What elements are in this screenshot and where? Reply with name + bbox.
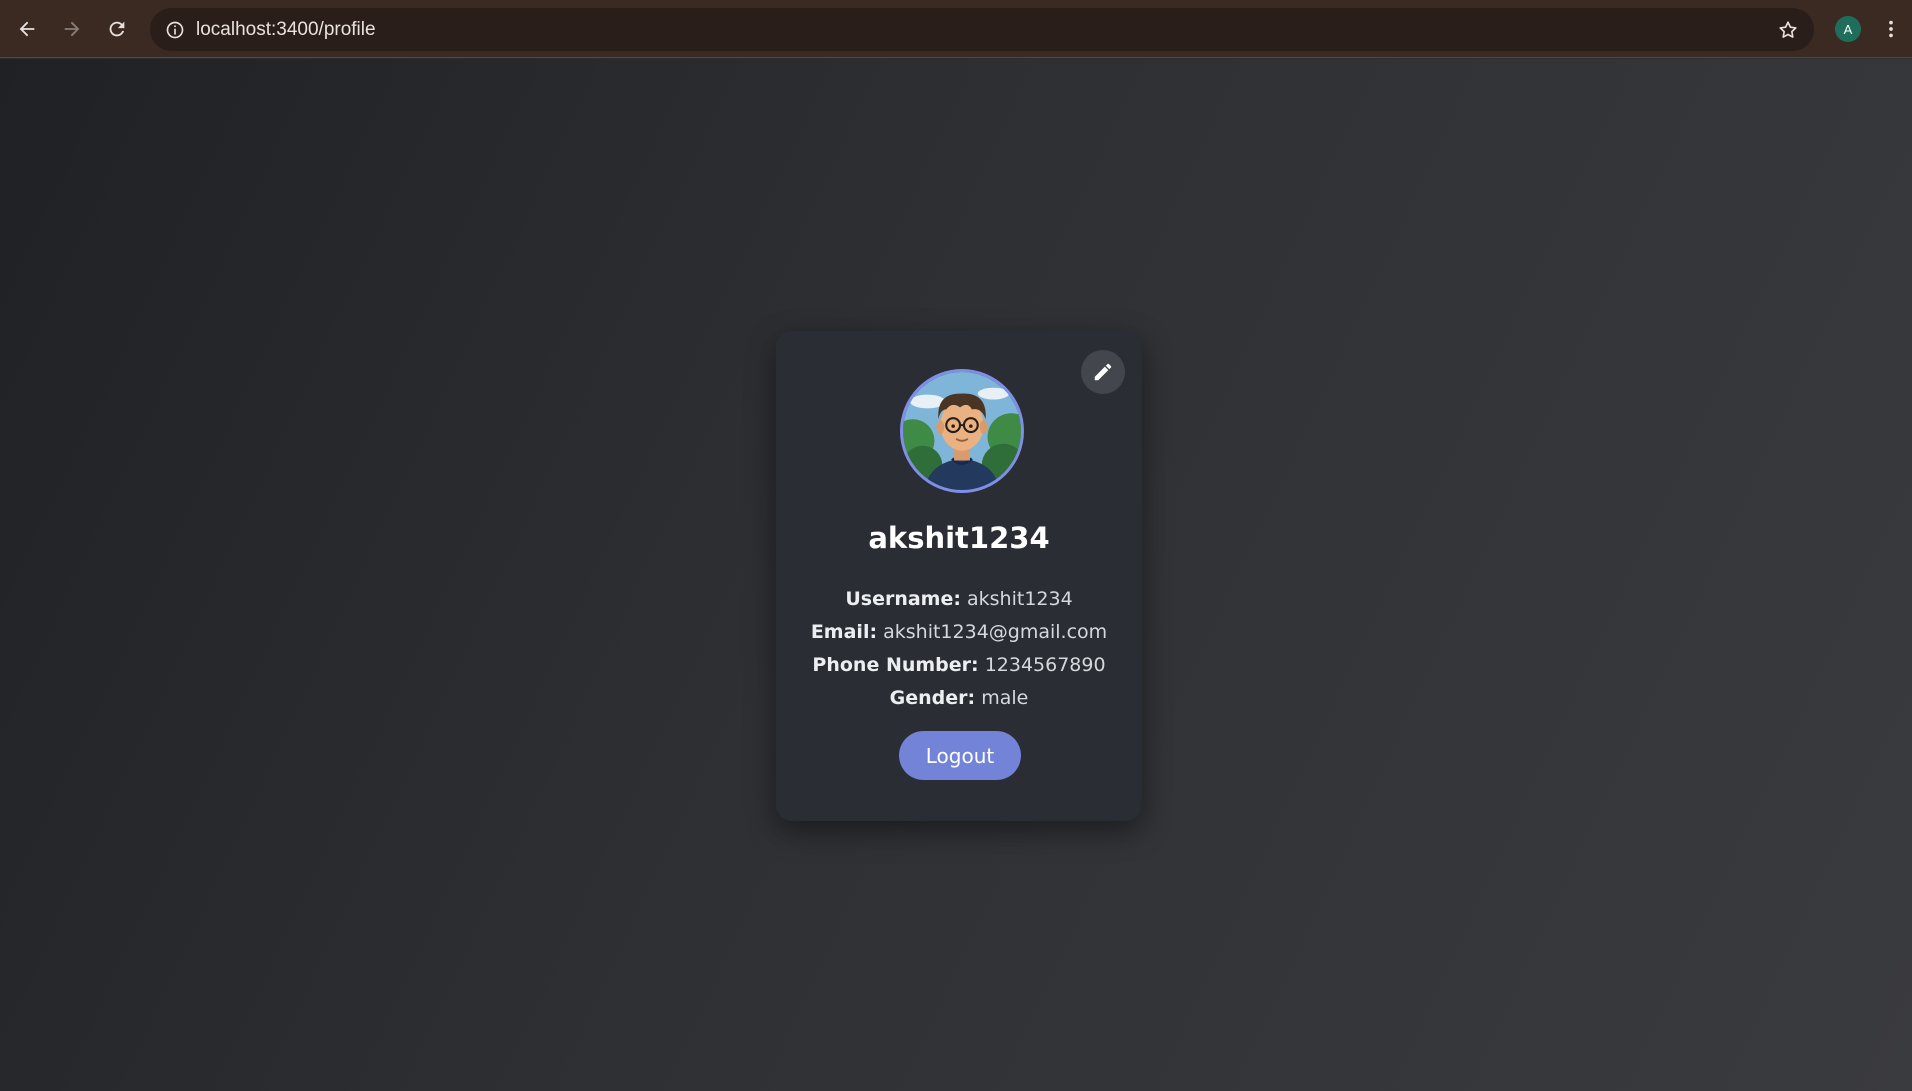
url-text[interactable]: localhost:3400/profile xyxy=(196,8,376,51)
email-value: akshit1234@gmail.com xyxy=(883,621,1108,643)
back-button[interactable] xyxy=(9,11,45,47)
more-menu-icon xyxy=(1889,20,1893,38)
bookmark-button[interactable] xyxy=(1772,14,1804,46)
browser-toolbar: localhost:3400/profile A xyxy=(0,0,1912,58)
gender-row: Gender: male xyxy=(776,687,1142,709)
logout-button[interactable]: Logout xyxy=(899,731,1021,780)
reload-icon xyxy=(109,21,125,37)
pencil-icon xyxy=(1094,363,1112,381)
phone-value: 1234567890 xyxy=(984,654,1106,676)
profile-display-name: akshit1234 xyxy=(868,521,1050,555)
back-arrow-icon xyxy=(19,21,35,37)
bookmark-star-icon xyxy=(1779,21,1797,38)
avatar-illustration xyxy=(903,372,1021,490)
username-row: Username: akshit1234 xyxy=(776,588,1142,610)
site-info-button[interactable] xyxy=(160,15,190,45)
gender-label: Gender: xyxy=(889,687,976,709)
browser-profile-avatar[interactable]: A xyxy=(1835,16,1861,42)
forward-arrow-icon xyxy=(64,21,80,37)
phone-label: Phone Number: xyxy=(812,654,979,676)
username-value: akshit1234 xyxy=(967,588,1073,610)
username-label: Username: xyxy=(845,588,961,610)
email-row: Email: akshit1234@gmail.com xyxy=(776,621,1142,643)
profile-avatar xyxy=(900,369,1024,493)
profile-card: akshit1234 Username: akshit1234 Email: a… xyxy=(776,331,1142,821)
address-bar[interactable]: localhost:3400/profile xyxy=(150,8,1814,51)
reload-button[interactable] xyxy=(99,11,135,47)
edit-profile-button[interactable] xyxy=(1081,350,1125,394)
browser-menu-button[interactable] xyxy=(1878,16,1904,42)
forward-button[interactable] xyxy=(54,11,90,47)
phone-row: Phone Number: 1234567890 xyxy=(776,654,1142,676)
page-background: akshit1234 Username: akshit1234 Email: a… xyxy=(0,59,1912,1091)
gender-value: male xyxy=(981,687,1029,709)
site-info-icon xyxy=(166,21,184,39)
email-label: Email: xyxy=(810,621,878,643)
